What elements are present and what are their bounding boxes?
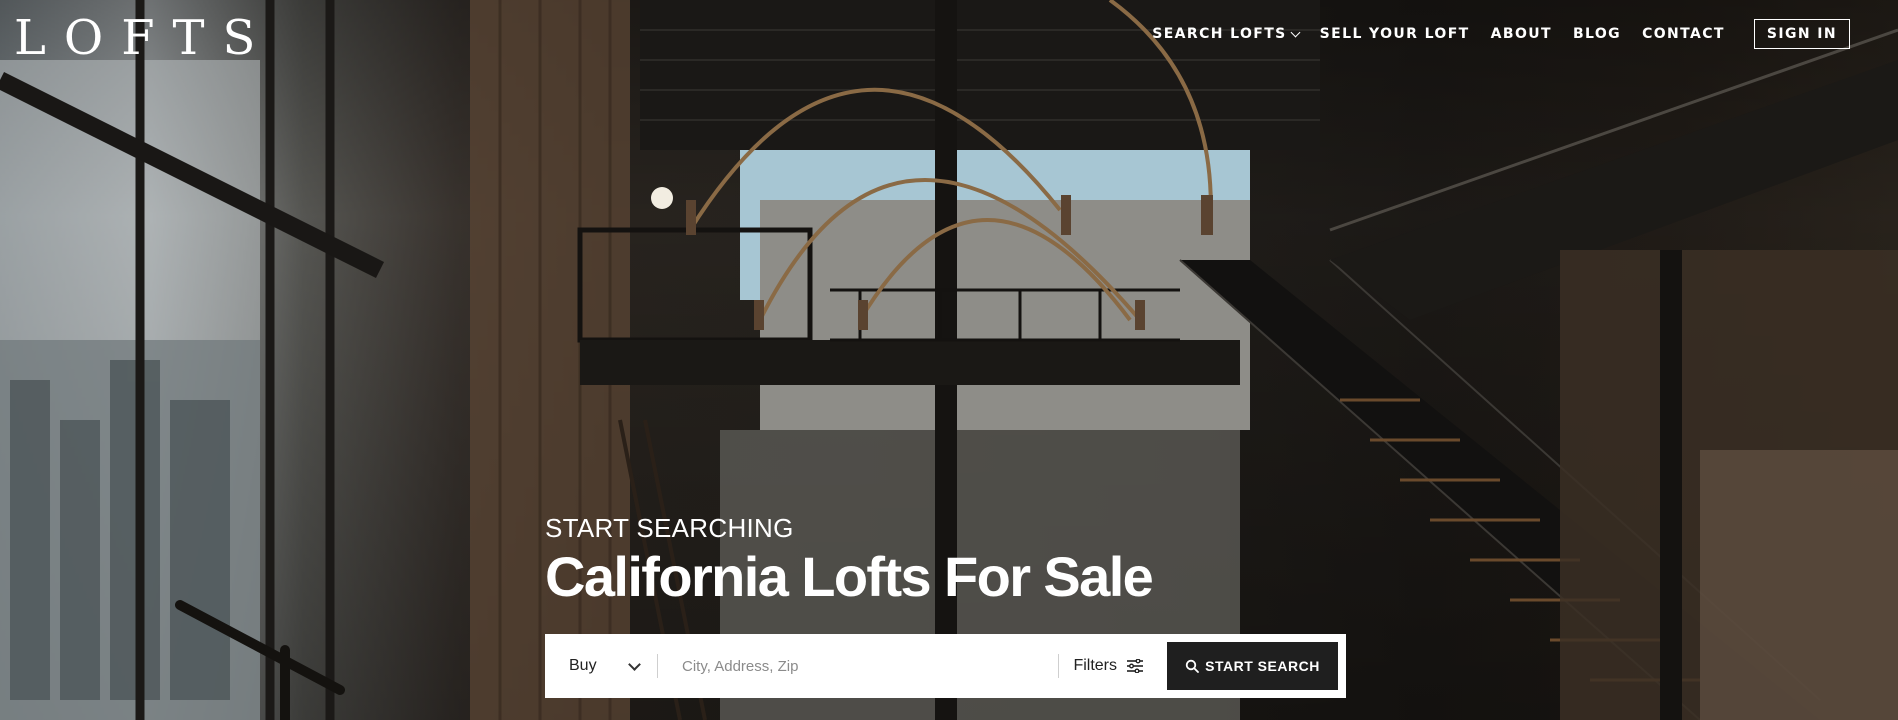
chevron-down-icon xyxy=(1290,27,1301,37)
nav-item-label: SEARCH LOFTS xyxy=(1152,26,1287,42)
listing-type-select[interactable]: Buy xyxy=(569,657,643,675)
filters-label: Filters xyxy=(1073,657,1117,674)
nav-item-label: BLOG xyxy=(1572,26,1622,42)
sliders-icon xyxy=(1127,659,1143,673)
location-search-input[interactable] xyxy=(658,657,1059,675)
chevron-down-icon xyxy=(628,657,641,671)
start-search-button[interactable]: START SEARCH xyxy=(1167,642,1338,690)
sign-in-label: SIGN IN xyxy=(1766,26,1837,42)
listing-type-value: Buy xyxy=(569,657,597,674)
hero-background-image xyxy=(0,0,1898,720)
nav-item-label: CONTACT xyxy=(1642,26,1725,42)
hero-eyebrow: START SEARCHING xyxy=(545,513,794,543)
nav-item-label: SELL YOUR LOFT xyxy=(1319,26,1470,42)
hero-section: LOFTS SEARCH LOFTS SELL YOUR LOFT ABOUT … xyxy=(0,0,1898,720)
search-bar: Buy Filters xyxy=(545,634,1346,698)
search-icon xyxy=(1185,659,1200,673)
site-logo[interactable]: LOFTS xyxy=(14,10,273,66)
filters-button[interactable]: Filters xyxy=(1059,657,1167,675)
page-title: California Lofts For Sale xyxy=(545,545,1154,608)
nav-item-blog[interactable]: BLOG xyxy=(1573,26,1621,42)
nav-item-about[interactable]: ABOUT xyxy=(1491,26,1552,42)
sign-in-button[interactable]: SIGN IN xyxy=(1753,19,1850,49)
nav-item-label: ABOUT xyxy=(1490,26,1552,42)
nav-item-search-lofts[interactable]: SEARCH LOFTS xyxy=(1152,26,1301,42)
nav-item-sell-your-loft[interactable]: SELL YOUR LOFT xyxy=(1320,26,1470,42)
main-nav: SEARCH LOFTS SELL YOUR LOFT ABOUT BLOG C… xyxy=(1152,19,1850,49)
start-search-label: START SEARCH xyxy=(1205,658,1320,674)
nav-item-contact[interactable]: CONTACT xyxy=(1642,26,1725,42)
